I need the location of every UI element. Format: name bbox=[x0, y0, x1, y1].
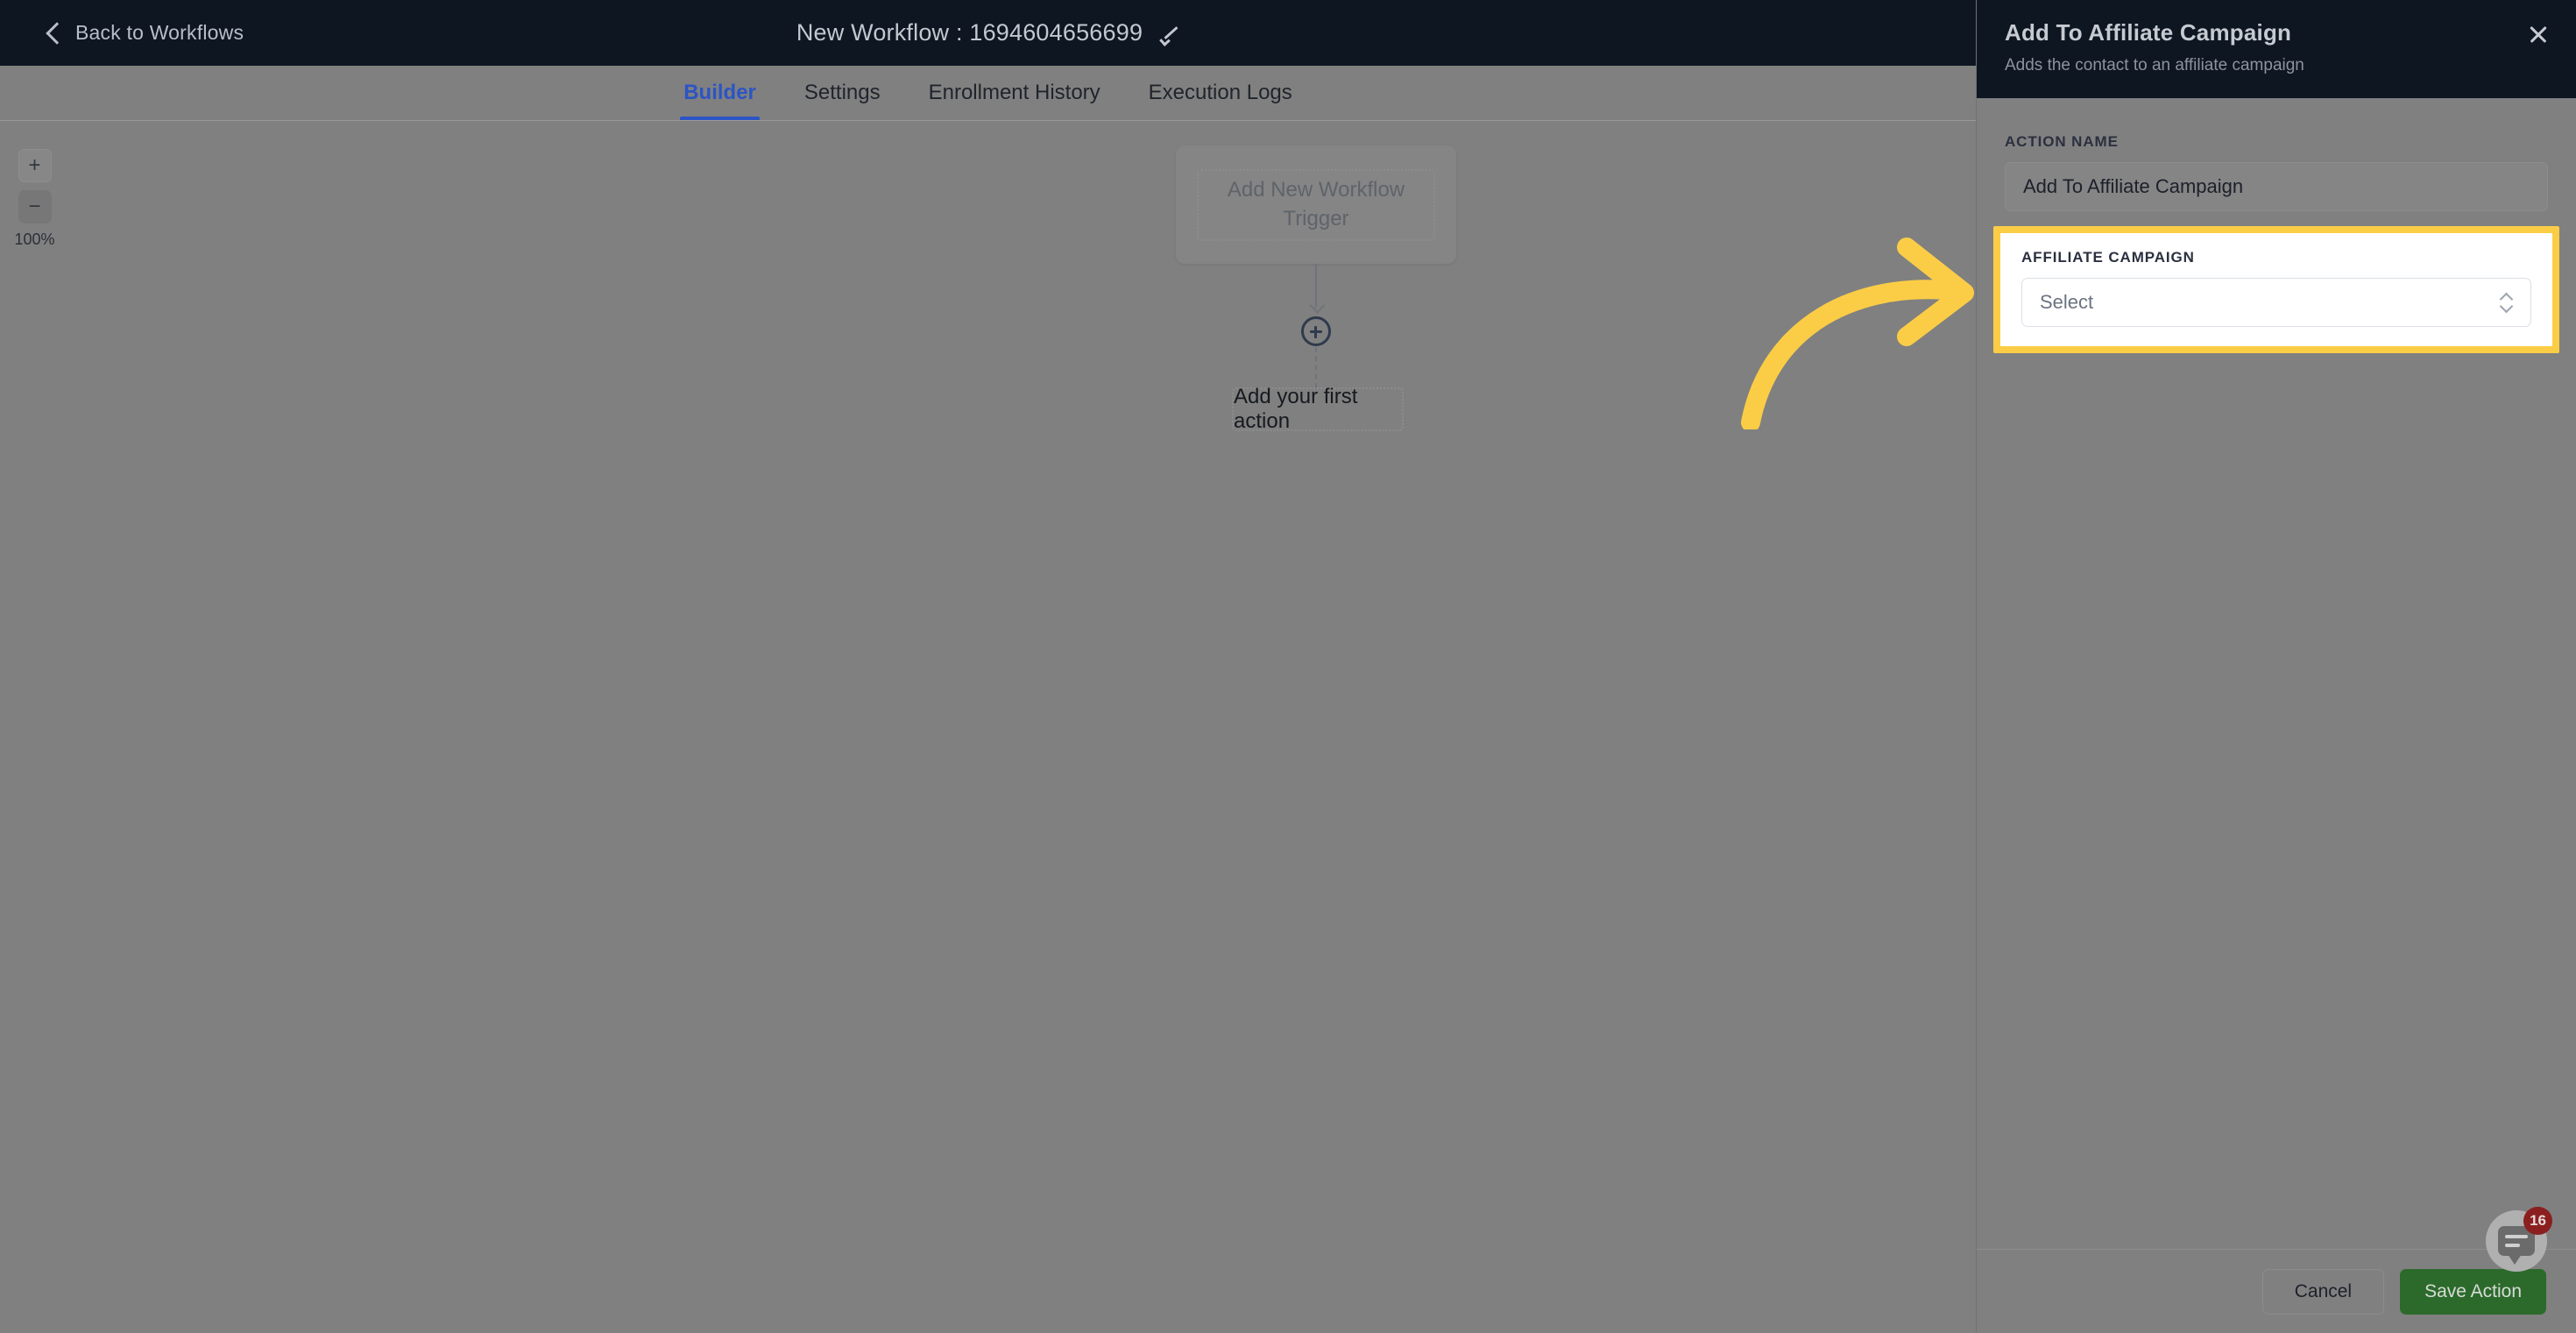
add-first-action-placeholder[interactable]: Add your first action bbox=[1232, 385, 1404, 433]
chat-widget-button[interactable]: 16 bbox=[2486, 1207, 2552, 1272]
back-to-workflows-label: Back to Workflows bbox=[75, 21, 244, 44]
tab-enrollment-history[interactable]: Enrollment History bbox=[925, 81, 1104, 121]
panel-title: Add To Affiliate Campaign bbox=[2005, 19, 2292, 46]
action-name-label: ACTION NAME bbox=[2005, 133, 2119, 150]
zoom-level-label: 100% bbox=[14, 230, 55, 248]
action-config-panel: Add To Affiliate Campaign Adds the conta… bbox=[1976, 0, 2576, 1333]
top-header-bar: Back to Workflows New Workflow : 1694604… bbox=[0, 0, 1976, 66]
panel-footer: Cancel Save Action bbox=[1977, 1249, 2576, 1333]
close-icon[interactable] bbox=[2525, 22, 2551, 48]
action-name-input[interactable]: Add To Affiliate Campaign bbox=[2005, 162, 2548, 211]
tab-bar: Builder Settings Enrollment History Exec… bbox=[0, 66, 1976, 121]
add-new-workflow-trigger-label[interactable]: Add New Workflow Trigger bbox=[1197, 168, 1435, 241]
tab-builder[interactable]: Builder bbox=[680, 81, 760, 121]
panel-subtitle: Adds the contact to an affiliate campaig… bbox=[2005, 56, 2304, 74]
action-name-field-group: ACTION NAME Add To Affiliate Campaign bbox=[2005, 133, 2548, 211]
affiliate-campaign-label: AFFILIATE CAMPAIGN bbox=[2021, 249, 2195, 266]
panel-body: ACTION NAME Add To Affiliate Campaign AF… bbox=[1977, 98, 2576, 353]
cancel-button[interactable]: Cancel bbox=[2261, 1268, 2385, 1315]
canvas-zoom-controls: + − 100% bbox=[11, 149, 59, 249]
affiliate-campaign-highlight: AFFILIATE CAMPAIGN Select bbox=[1993, 226, 2559, 353]
chat-line-1 bbox=[2505, 1235, 2528, 1238]
tab-settings[interactable]: Settings bbox=[801, 81, 884, 121]
flow-arrowhead-icon bbox=[1309, 300, 1322, 313]
plus-circle-icon[interactable] bbox=[1301, 316, 1331, 346]
tab-execution-logs[interactable]: Execution Logs bbox=[1145, 81, 1296, 121]
workflow-title: New Workflow : 1694604656699 bbox=[796, 19, 1143, 46]
chevron-up-down-icon bbox=[2499, 289, 2513, 316]
pencil-icon[interactable] bbox=[1160, 24, 1179, 43]
panel-header: Add To Affiliate Campaign Adds the conta… bbox=[1977, 0, 2576, 98]
chat-unread-badge: 16 bbox=[2523, 1207, 2552, 1235]
affiliate-campaign-select[interactable]: Select bbox=[2021, 278, 2531, 327]
tab-bar-divider bbox=[0, 120, 1976, 121]
save-action-button[interactable]: Save Action bbox=[2400, 1268, 2546, 1315]
workflow-canvas[interactable]: Add New Workflow Trigger Add your first … bbox=[0, 121, 1976, 1333]
flow-dashed-line bbox=[1315, 347, 1317, 388]
chevron-left-icon bbox=[46, 20, 61, 46]
zoom-in-button[interactable]: + bbox=[18, 149, 52, 182]
workflow-title-group: New Workflow : 1694604656699 bbox=[0, 0, 1976, 66]
workflow-flow: Add New Workflow Trigger Add your first … bbox=[1176, 145, 1456, 433]
chat-line-2 bbox=[2505, 1244, 2520, 1247]
zoom-out-button[interactable]: − bbox=[18, 190, 52, 223]
workflow-builder-page: Back to Workflows New Workflow : 1694604… bbox=[0, 0, 2576, 1333]
back-to-workflows-button[interactable]: Back to Workflows bbox=[46, 20, 244, 46]
affiliate-campaign-select-value: Select bbox=[2040, 291, 2094, 313]
workflow-trigger-card[interactable]: Add New Workflow Trigger bbox=[1176, 145, 1456, 264]
